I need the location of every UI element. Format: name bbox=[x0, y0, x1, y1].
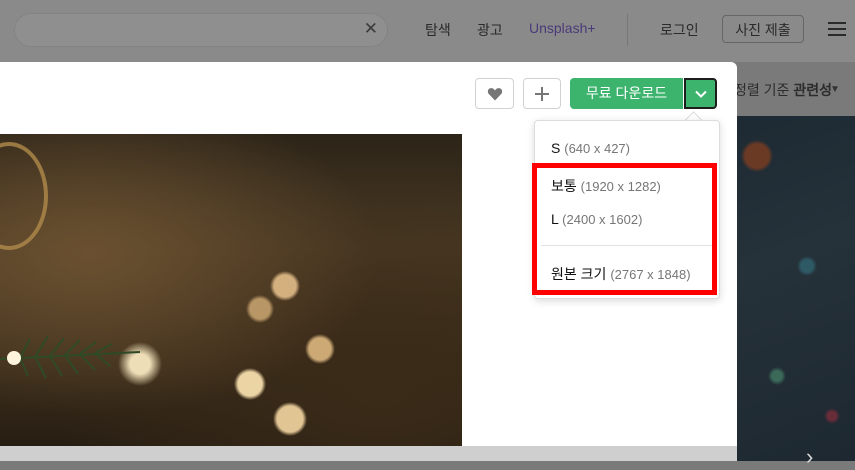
christmas-tree-photo[interactable] bbox=[0, 134, 462, 461]
download-size-menu: S (640 x 427) 보통 (1920 x 1282) L (2400 x… bbox=[534, 120, 720, 299]
nav-explore-link[interactable]: 탐색 bbox=[425, 20, 451, 40]
search-input[interactable]: ✕ bbox=[14, 13, 388, 47]
nav-unsplash-plus-link[interactable]: Unsplash+ bbox=[529, 20, 596, 36]
size-option-small[interactable]: S (640 x 427) bbox=[551, 140, 630, 156]
like-button[interactable] bbox=[475, 78, 514, 109]
add-to-collection-button[interactable] bbox=[523, 78, 561, 109]
background-photo[interactable] bbox=[737, 116, 855, 461]
download-size-toggle[interactable] bbox=[684, 78, 717, 109]
close-icon[interactable]: ✕ bbox=[364, 19, 378, 39]
light-bulb bbox=[7, 351, 21, 365]
size-option-large[interactable]: L (2400 x 1602) bbox=[551, 211, 642, 227]
plus-icon bbox=[535, 86, 549, 101]
chevron-down-icon bbox=[695, 90, 707, 98]
sort-prefix: 정렬 기준 bbox=[734, 82, 790, 98]
nav-divider bbox=[627, 14, 628, 46]
size-label: S bbox=[551, 140, 561, 156]
chevron-right-icon[interactable]: › bbox=[806, 444, 813, 470]
ornament-ring bbox=[0, 142, 48, 250]
size-option-original[interactable]: 원본 크기 (2767 x 1848) bbox=[551, 264, 691, 284]
size-option-medium[interactable]: 보통 (1920 x 1282) bbox=[551, 176, 661, 196]
size-dims: (2767 x 1848) bbox=[610, 267, 691, 282]
horizontal-scrollbar[interactable] bbox=[0, 446, 737, 461]
size-dims: (1920 x 1282) bbox=[580, 179, 661, 194]
size-dims: (2400 x 1602) bbox=[562, 212, 643, 227]
free-download-button[interactable]: 무료 다운로드 bbox=[570, 78, 683, 109]
menu-divider bbox=[541, 245, 713, 246]
size-dims: (640 x 427) bbox=[564, 141, 630, 156]
caret-down-icon[interactable]: ▼ bbox=[830, 84, 840, 95]
size-label: L bbox=[551, 211, 559, 227]
submit-photo-button[interactable]: 사진 제출 bbox=[722, 15, 804, 43]
sort-selector[interactable]: 정렬 기준 관련성 bbox=[734, 80, 832, 100]
nav-advertise-link[interactable]: 광고 bbox=[477, 20, 503, 40]
sort-value: 관련성 bbox=[793, 82, 832, 98]
pine-branch bbox=[0, 335, 141, 379]
size-label: 원본 크기 bbox=[551, 266, 607, 282]
size-label: 보통 bbox=[551, 178, 577, 194]
login-link[interactable]: 로그인 bbox=[660, 20, 699, 40]
hamburger-menu-icon[interactable] bbox=[828, 22, 846, 36]
heart-icon bbox=[487, 87, 502, 100]
top-navigation-bar: ✕ 탐색 광고 Unsplash+ 로그인 사진 제출 bbox=[0, 0, 855, 62]
